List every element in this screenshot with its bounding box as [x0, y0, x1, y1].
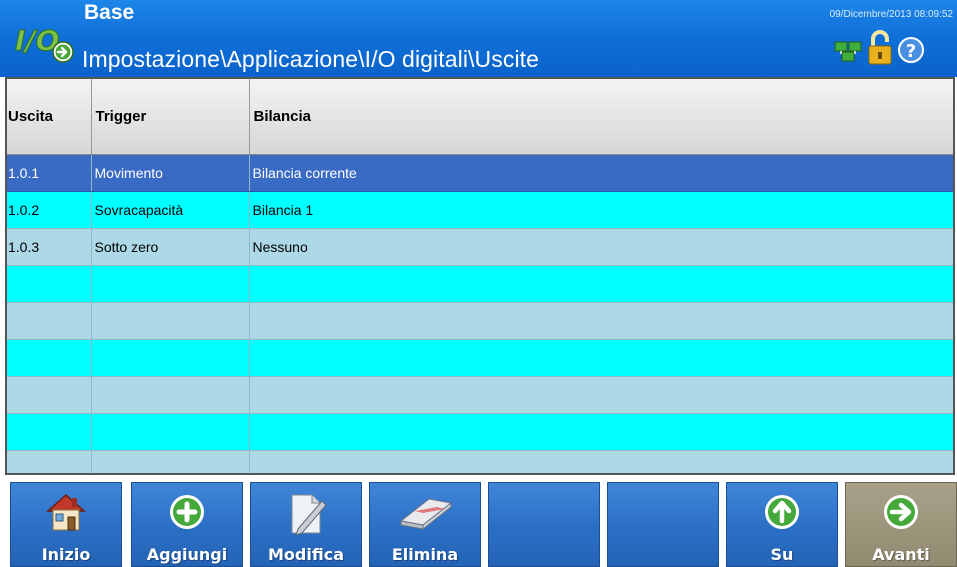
table-row[interactable]: 1.0.1 Movimento Bilancia corrente — [7, 154, 953, 192]
next-label: Avanti — [872, 545, 930, 564]
delete-label: Elimina — [391, 545, 459, 564]
home-button[interactable]: Inizio — [10, 482, 122, 567]
cell-trigger — [91, 413, 250, 451]
up-label: Su — [770, 545, 794, 564]
cell-bilancia: Bilancia 1 — [249, 191, 953, 229]
table-row[interactable] — [7, 450, 953, 473]
status-icons: ? — [834, 30, 924, 65]
cell-trigger: Movimento — [91, 154, 250, 192]
breadcrumb: Impostazione\Applicazione\I/O digitali\U… — [82, 46, 540, 72]
cell-uscita: 1.0.3 — [7, 228, 92, 266]
column-header-bilancia[interactable]: Bilancia — [249, 79, 953, 155]
cell-trigger — [91, 339, 250, 377]
delete-button[interactable]: Elimina — [369, 482, 481, 567]
table-row[interactable] — [7, 302, 953, 340]
arrow-right-icon — [884, 495, 918, 529]
cell-trigger — [91, 450, 250, 473]
table-row[interactable] — [7, 413, 953, 451]
edit-label: Modifica — [268, 545, 344, 564]
cell-bilancia: Nessuno — [249, 228, 953, 266]
io-logo-icon: I/O — [15, 24, 74, 63]
cell-trigger — [91, 376, 250, 414]
add-label: Aggiungi — [146, 545, 228, 564]
app-title: Base — [84, 1, 135, 24]
column-header-trigger[interactable]: Trigger — [91, 79, 250, 155]
cell-uscita: 1.0.2 — [7, 191, 92, 229]
cell-uscita — [7, 450, 92, 473]
cell-trigger: Sotto zero — [91, 228, 250, 266]
cell-bilancia — [249, 302, 953, 340]
edit-button[interactable]: Modifica — [250, 482, 362, 567]
plus-circle-icon — [170, 495, 204, 529]
table-header-row: Uscita Trigger Bilancia — [7, 79, 953, 155]
up-button[interactable]: Su — [726, 482, 838, 567]
cell-uscita — [7, 302, 92, 340]
cell-bilancia — [249, 450, 953, 473]
title-bar: I/O Base Impostazione\Applicazione\I/O d… — [0, 0, 957, 77]
arrow-up-icon — [765, 495, 799, 529]
eraser-icon — [399, 498, 453, 531]
unlocked-padlock-icon — [868, 30, 892, 65]
cell-trigger — [91, 302, 250, 340]
cell-trigger — [91, 265, 250, 303]
softkey-toolbar: Inizio Aggiungi Modifica Elimina Su Avan… — [0, 477, 957, 567]
network-icon — [834, 41, 862, 62]
add-button[interactable]: Aggiungi — [131, 482, 243, 567]
help-icon[interactable]: ? — [898, 37, 924, 63]
cell-uscita — [7, 265, 92, 303]
cell-trigger: Sovracapacità — [91, 191, 250, 229]
svg-text:?: ? — [906, 41, 916, 62]
cell-uscita — [7, 339, 92, 377]
outputs-table: Uscita Trigger Bilancia 1.0.1 Movimento … — [5, 77, 955, 475]
cell-uscita — [7, 376, 92, 414]
datetime: 09/Dicembre/2013 08:09:52 — [829, 9, 953, 20]
cell-bilancia — [249, 339, 953, 377]
house-icon — [46, 493, 86, 531]
cell-bilancia: Bilancia corrente — [249, 154, 953, 192]
home-label: Inizio — [41, 545, 91, 564]
cell-uscita — [7, 413, 92, 451]
cell-bilancia — [249, 413, 953, 451]
empty-softkey-1 — [488, 482, 600, 567]
next-button[interactable]: Avanti — [845, 482, 957, 567]
table-row[interactable]: 1.0.3 Sotto zero Nessuno — [7, 228, 953, 266]
table-row[interactable] — [7, 339, 953, 377]
table-row[interactable] — [7, 376, 953, 414]
table-row[interactable]: 1.0.2 Sovracapacità Bilancia 1 — [7, 191, 953, 229]
column-header-uscita[interactable]: Uscita — [7, 79, 92, 155]
cell-bilancia — [249, 376, 953, 414]
empty-softkey-2 — [607, 482, 719, 567]
cell-uscita: 1.0.1 — [7, 154, 92, 192]
edit-document-icon — [291, 494, 327, 536]
table-row[interactable] — [7, 265, 953, 303]
cell-bilancia — [249, 265, 953, 303]
